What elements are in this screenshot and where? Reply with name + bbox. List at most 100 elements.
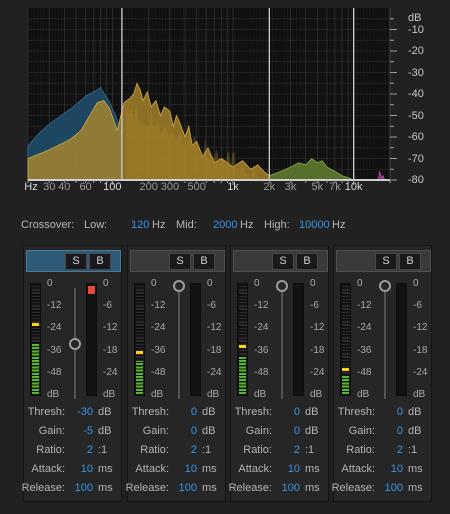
gr-scale-label: -12 bbox=[310, 322, 325, 334]
ratio-value[interactable]: 2 bbox=[87, 444, 93, 456]
thresh-value[interactable]: -30 bbox=[77, 406, 93, 418]
input-scale-label: 0 bbox=[151, 278, 157, 289]
input-scale-label: -36 bbox=[151, 344, 166, 356]
band-header[interactable]: SB bbox=[26, 250, 121, 272]
release-row: Release: 100 ms bbox=[125, 482, 227, 496]
freq-axis-label: 300 bbox=[160, 181, 180, 193]
band-header[interactable]: SB bbox=[233, 250, 328, 272]
attack-value[interactable]: 10 bbox=[391, 463, 403, 475]
thresh-label: Thresh: bbox=[27, 406, 65, 418]
gain-reduction-meter bbox=[293, 283, 304, 396]
spectrum-analyzer[interactable] bbox=[20, 8, 445, 204]
input-scale-label: -24 bbox=[151, 322, 166, 334]
ratio-label: Ratio: bbox=[140, 444, 169, 456]
input-scale-label: dB bbox=[357, 389, 370, 400]
gain-value[interactable]: -5 bbox=[83, 425, 93, 437]
ratio-label: Ratio: bbox=[346, 444, 375, 456]
solo-button[interactable]: S bbox=[272, 253, 294, 270]
gain-row: Gain: -5 dB bbox=[24, 425, 123, 439]
bypass-button[interactable]: B bbox=[399, 253, 421, 270]
release-value[interactable]: 100 bbox=[75, 482, 93, 494]
release-row: Release: 100 ms bbox=[229, 482, 330, 496]
input-scale-label: -48 bbox=[357, 366, 372, 378]
crossover-high-value[interactable]: 10000 bbox=[299, 219, 330, 231]
db-axis-label: -60 bbox=[408, 131, 424, 143]
solo-button[interactable]: S bbox=[65, 253, 87, 270]
attack-value[interactable]: 10 bbox=[185, 463, 197, 475]
attack-value[interactable]: 10 bbox=[81, 463, 93, 475]
band-header[interactable]: SB bbox=[130, 250, 225, 272]
input-scale-label: dB bbox=[151, 389, 164, 400]
thresh-value[interactable]: 0 bbox=[191, 406, 197, 418]
crossover-low-value[interactable]: 120 bbox=[131, 219, 149, 231]
freq-axis-label: 2k bbox=[263, 181, 276, 193]
freq-axis-label: 100 bbox=[103, 181, 122, 193]
gr-scale-label: 0 bbox=[103, 278, 109, 289]
freq-axis-label: 500 bbox=[187, 181, 206, 193]
threshold-knob[interactable] bbox=[379, 280, 391, 292]
crossover-mid-value[interactable]: 2000 bbox=[213, 219, 237, 231]
threshold-track[interactable] bbox=[384, 288, 386, 399]
ratio-value[interactable]: 2 bbox=[397, 444, 403, 456]
attack-label: Attack: bbox=[341, 463, 375, 475]
input-level-meter bbox=[340, 283, 351, 396]
band-header[interactable]: SB bbox=[336, 250, 431, 272]
input-scale-label: dB bbox=[254, 389, 267, 400]
threshold-knob[interactable] bbox=[69, 337, 81, 350]
gr-scale-label: -12 bbox=[413, 322, 428, 334]
freq-axis-label: 40 bbox=[58, 181, 71, 193]
gr-scale-label: dB bbox=[310, 389, 323, 400]
gr-scale-label: -24 bbox=[207, 366, 222, 378]
bypass-button[interactable]: B bbox=[193, 253, 215, 270]
ratio-value[interactable]: 2 bbox=[294, 444, 300, 456]
ratio-unit: :1 bbox=[98, 444, 108, 456]
thresh-value[interactable]: 0 bbox=[397, 406, 403, 418]
solo-button[interactable]: S bbox=[375, 253, 397, 270]
attack-value[interactable]: 10 bbox=[288, 463, 300, 475]
ratio-value[interactable]: 2 bbox=[191, 444, 197, 456]
release-value[interactable]: 100 bbox=[385, 482, 403, 494]
thresh-label: Thresh: bbox=[131, 406, 169, 418]
attack-label: Attack: bbox=[135, 463, 169, 475]
release-label: Release: bbox=[125, 482, 169, 494]
attack-unit: ms bbox=[305, 463, 320, 475]
gr-scale-label: -6 bbox=[103, 300, 112, 312]
bypass-button[interactable]: B bbox=[89, 253, 111, 270]
gr-scale-label: -12 bbox=[103, 322, 118, 334]
crossover-low-label: Low: bbox=[84, 219, 108, 231]
input-scale-label: 0 bbox=[254, 278, 260, 289]
gain-value[interactable]: 0 bbox=[191, 425, 197, 437]
freq-axis-label: 10k bbox=[344, 181, 363, 193]
input-level-meter bbox=[30, 283, 41, 396]
crossover-high-label: High: bbox=[264, 219, 290, 231]
bypass-button[interactable]: B bbox=[296, 253, 318, 270]
gr-scale-label: dB bbox=[103, 389, 116, 400]
input-scale-label: -36 bbox=[254, 344, 269, 356]
ratio-unit: :1 bbox=[202, 444, 212, 456]
threshold-track[interactable] bbox=[281, 288, 283, 399]
gr-scale-label: -6 bbox=[413, 300, 422, 312]
release-row: Release: 100 ms bbox=[332, 482, 433, 496]
threshold-track[interactable] bbox=[178, 288, 180, 399]
freq-axis-label: 200 bbox=[139, 181, 158, 193]
release-value[interactable]: 100 bbox=[282, 482, 300, 494]
ratio-row: Ratio: 2 :1 bbox=[24, 444, 123, 458]
ratio-label: Ratio: bbox=[36, 444, 65, 456]
crossover-mid-label: Mid: bbox=[176, 219, 197, 231]
multiband-compressor-panel: Hz 30 40 60 100 200 300 500 1k 2k 3k 5k 7k 10k dB -10-… bbox=[0, 0, 450, 514]
ratio-row: Ratio: 2 :1 bbox=[128, 444, 227, 458]
band-1-panel: S B 0 -12 -24 -36 -48 dB 0 -6 -12 -18 -24 dB Thresh: -3… bbox=[22, 245, 123, 502]
thresh-value[interactable]: 0 bbox=[294, 406, 300, 418]
release-unit: ms bbox=[202, 482, 217, 494]
input-scale-label: -48 bbox=[47, 366, 62, 378]
gain-value[interactable]: 0 bbox=[294, 425, 300, 437]
threshold-knob[interactable] bbox=[276, 280, 288, 292]
threshold-knob[interactable] bbox=[173, 280, 185, 292]
gr-scale-label: -12 bbox=[207, 322, 222, 334]
gr-scale-label: dB bbox=[413, 389, 426, 400]
solo-button[interactable]: S bbox=[169, 253, 191, 270]
release-value[interactable]: 100 bbox=[179, 482, 197, 494]
band-2-panel: S B 0 -12 -24 -36 -48 dB 0 -6 -12 -18 -24 dB Thresh: 0 d… bbox=[125, 245, 227, 502]
crossover-title: Crossover: bbox=[21, 219, 75, 231]
gain-value[interactable]: 0 bbox=[397, 425, 403, 437]
